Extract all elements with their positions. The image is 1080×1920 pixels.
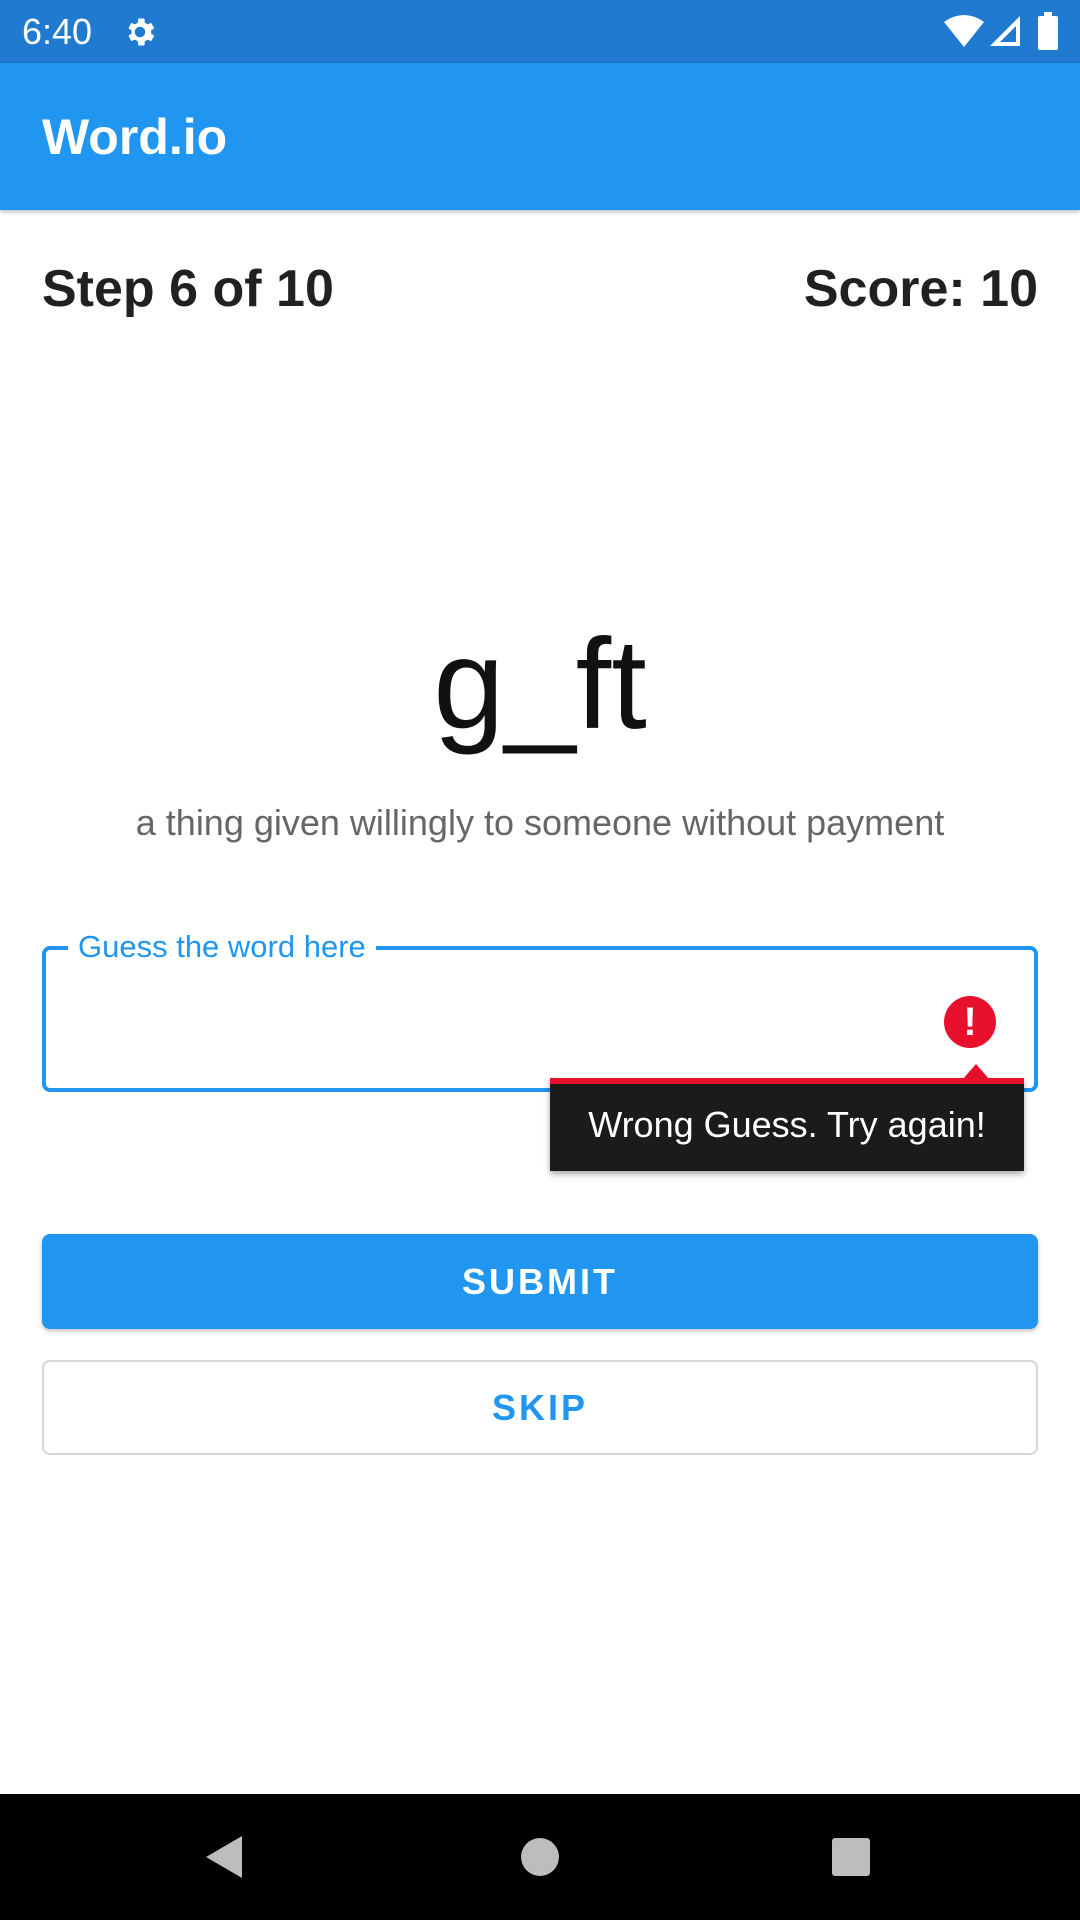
step-counter: Step 6 of 10 <box>42 260 334 318</box>
wifi-icon <box>944 15 984 47</box>
home-icon[interactable] <box>520 1837 560 1877</box>
navigation-bar <box>0 1794 1080 1920</box>
status-bar: 6:40 <box>0 0 1080 63</box>
word-game-screen: 6:40 Word.io Step 6 of 10 Score: 10 g_ft… <box>0 0 1080 1920</box>
battery-icon <box>1038 12 1058 50</box>
error-message: Wrong Guess. Try again! <box>588 1104 986 1145</box>
error-popup: Wrong Guess. Try again! <box>550 1078 1024 1171</box>
signal-icon <box>990 16 1020 46</box>
recents-icon[interactable] <box>831 1837 871 1877</box>
guess-field-label: Guess the word here <box>68 928 376 966</box>
guess-text-field[interactable]: Guess the word here ! <box>42 928 1038 1092</box>
word-definition: a thing given willingly to someone witho… <box>135 802 945 843</box>
back-icon[interactable] <box>204 1834 244 1880</box>
skip-button[interactable]: SKIP <box>42 1360 1038 1455</box>
score-counter: Score: 10 <box>803 260 1038 318</box>
status-time: 6:40 <box>22 11 93 52</box>
gear-icon <box>128 18 155 46</box>
submit-button[interactable]: SUBMIT <box>42 1234 1038 1329</box>
scrambled-word: g_ft <box>433 613 647 756</box>
app-title: Word.io <box>42 109 228 165</box>
guess-input[interactable] <box>68 980 928 1060</box>
error-icon: ! <box>944 996 996 1048</box>
app-bar: Word.io <box>0 63 1080 210</box>
